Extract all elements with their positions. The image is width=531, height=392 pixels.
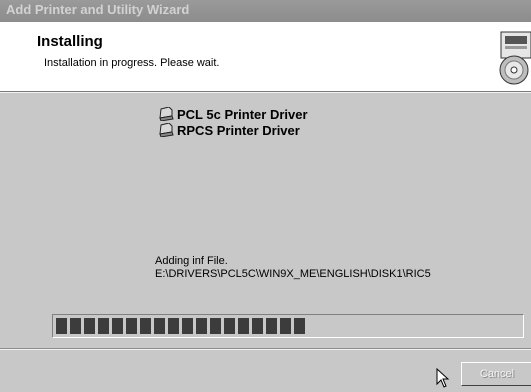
driver-label: PCL 5c Printer Driver <box>177 107 308 122</box>
progress-fill <box>56 318 307 334</box>
driver-item-rpcs: RPCS Printer Driver <box>158 123 300 138</box>
progress-bar <box>52 314 524 338</box>
title-bar: Add Printer and Utility Wizard <box>0 0 531 22</box>
driver-item-pcl5c: PCL 5c Printer Driver <box>158 107 308 122</box>
driver-label: RPCS Printer Driver <box>177 123 300 138</box>
status-action: Adding inf File. <box>155 255 228 267</box>
cancel-button[interactable]: Cancel <box>461 362 531 386</box>
page-subtitle: Installation in progress. Please wait. <box>44 57 220 69</box>
status-path: E:\DRIVERS\PCL5C\WIN9X_ME\ENGLISH\DISK1\… <box>155 268 431 280</box>
page-title: Installing <box>37 33 103 50</box>
printer-cd-icon <box>499 31 531 85</box>
wizard-header: Installing Installation in progress. Ple… <box>0 22 531 92</box>
printer-icon <box>159 123 174 137</box>
window-title: Add Printer and Utility Wizard <box>6 2 190 17</box>
printer-icon <box>159 107 174 121</box>
mouse-cursor-icon <box>436 368 450 388</box>
